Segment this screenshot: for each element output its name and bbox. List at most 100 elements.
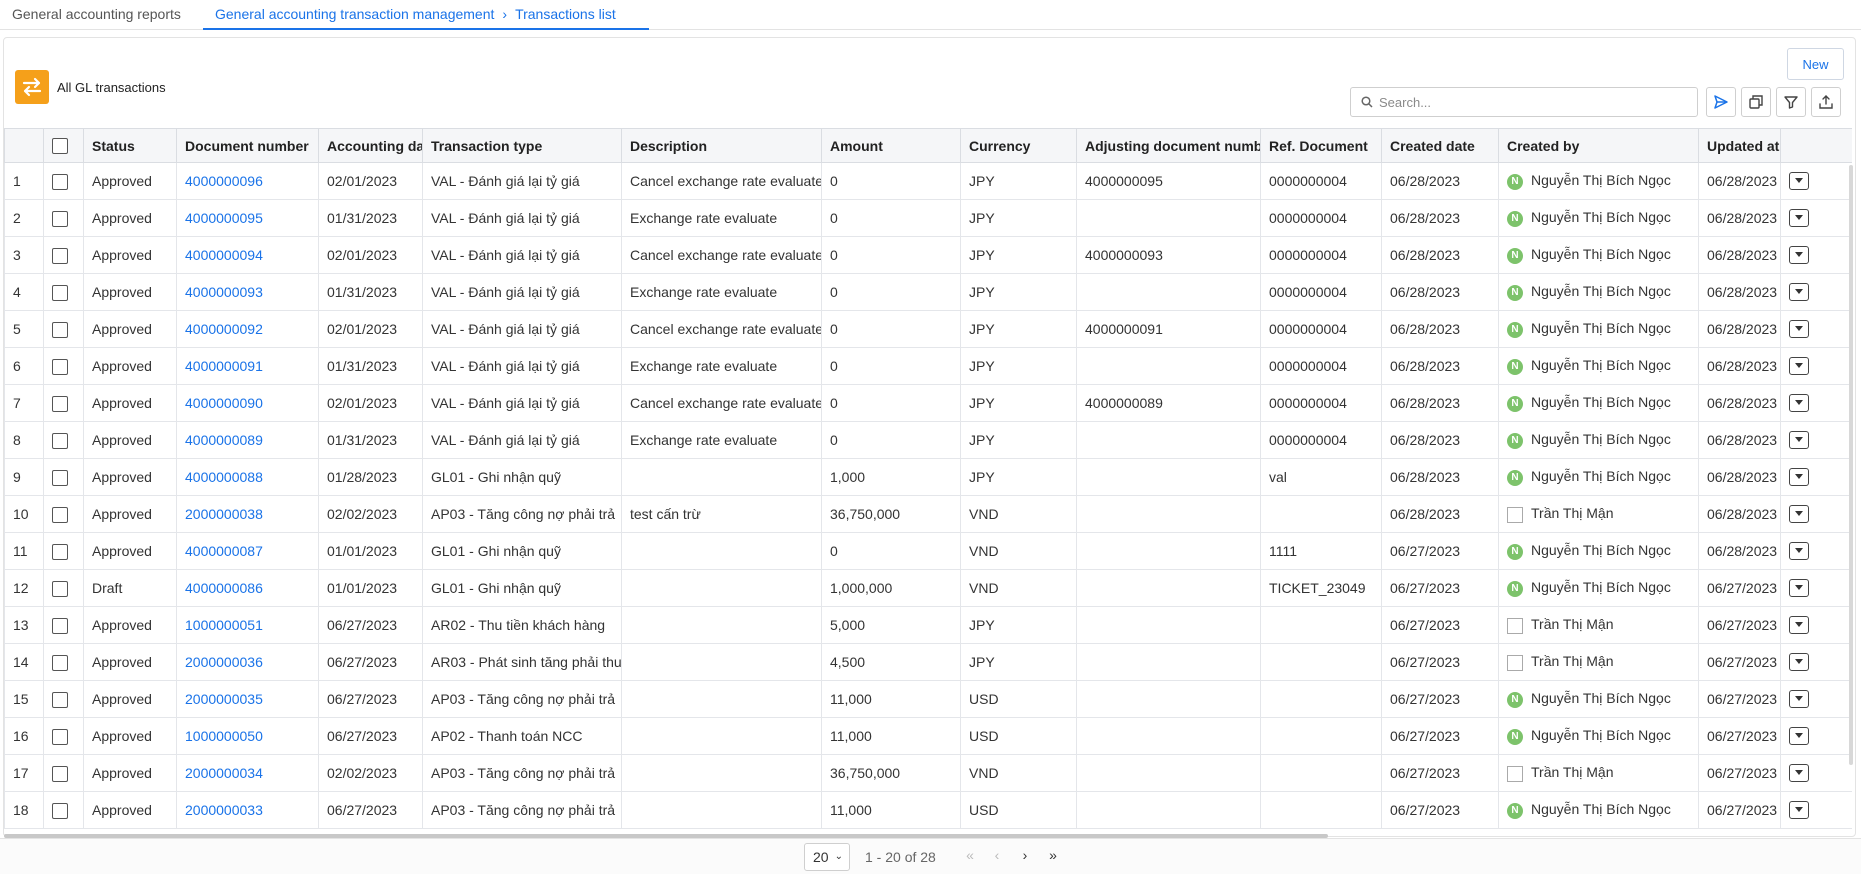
row-checkbox-cell[interactable] — [43, 532, 84, 570]
col-header-created-by[interactable]: Created by — [1498, 128, 1699, 163]
row-menu-dropdown-icon[interactable] — [1789, 801, 1809, 820]
prev-page-icon[interactable]: ‹ — [987, 847, 1007, 863]
vertical-scrollbar[interactable] — [1849, 165, 1853, 765]
duplicate-button[interactable] — [1741, 87, 1771, 117]
col-header-amount[interactable]: Amount — [821, 128, 961, 163]
row-checkbox[interactable] — [52, 469, 68, 486]
row-menu-dropdown-icon[interactable] — [1789, 542, 1809, 561]
table-row[interactable]: 13 Approved 1000000051 06/27/2023 AR02 - Thu… — [4, 606, 1852, 644]
row-checkbox-cell[interactable] — [43, 199, 84, 237]
row-menu-dropdown-icon[interactable] — [1789, 209, 1809, 228]
document-number-link[interactable]: 2000000033 — [185, 802, 263, 818]
table-row[interactable]: 10 Approved 2000000038 02/02/2023 AP03 - Tăn… — [4, 495, 1852, 533]
table-row[interactable]: 17 Approved 2000000034 02/02/2023 AP03 - Tăn… — [4, 754, 1852, 792]
row-menu-dropdown-icon[interactable] — [1789, 357, 1809, 376]
row-menu-dropdown-icon[interactable] — [1789, 246, 1809, 265]
document-number-link[interactable]: 2000000038 — [185, 506, 263, 522]
row-checkbox-cell[interactable] — [43, 717, 84, 755]
row-checkbox-cell[interactable] — [43, 421, 84, 459]
first-page-icon[interactable]: « — [960, 847, 980, 863]
row-checkbox[interactable] — [52, 358, 68, 375]
col-header-created-date[interactable]: Created date — [1381, 128, 1499, 163]
search-input[interactable] — [1379, 94, 1679, 110]
row-checkbox[interactable] — [52, 617, 68, 634]
document-number-link[interactable]: 2000000036 — [185, 654, 263, 670]
row-menu-dropdown-icon[interactable] — [1789, 616, 1809, 635]
document-number-link[interactable]: 4000000094 — [185, 247, 263, 263]
row-checkbox-cell[interactable] — [43, 569, 84, 607]
row-checkbox-cell[interactable] — [43, 791, 84, 829]
table-row[interactable]: 16 Approved 1000000050 06/27/2023 AP02 - Tha… — [4, 717, 1852, 755]
document-number-link[interactable]: 4000000096 — [185, 173, 263, 189]
row-checkbox[interactable] — [52, 173, 68, 190]
page-size-select[interactable]: 20 ⌄ — [804, 843, 850, 871]
export-button[interactable] — [1811, 87, 1841, 117]
new-button[interactable]: New — [1787, 48, 1844, 80]
next-page-icon[interactable]: › — [1015, 847, 1035, 863]
col-header-ref-document[interactable]: Ref. Document — [1260, 128, 1382, 163]
row-menu-dropdown-icon[interactable] — [1789, 690, 1809, 709]
table-row[interactable]: 6 Approved 4000000091 01/31/2023 VAL - Đánh … — [4, 347, 1852, 385]
row-checkbox[interactable] — [52, 802, 68, 819]
row-menu-dropdown-icon[interactable] — [1789, 283, 1809, 302]
row-checkbox-cell[interactable] — [43, 310, 84, 348]
row-checkbox-cell[interactable] — [43, 273, 84, 311]
document-number-link[interactable]: 4000000087 — [185, 543, 263, 559]
document-number-link[interactable]: 4000000092 — [185, 321, 263, 337]
table-row[interactable]: 5 Approved 4000000092 02/01/2023 VAL - Đánh … — [4, 310, 1852, 348]
row-checkbox[interactable] — [52, 395, 68, 412]
col-header-currency[interactable]: Currency — [960, 128, 1077, 163]
table-row[interactable]: 12 Draft 4000000086 01/01/2023 GL01 - Ghi nh… — [4, 569, 1852, 607]
row-menu-dropdown-icon[interactable] — [1789, 764, 1809, 783]
document-number-link[interactable]: 4000000093 — [185, 284, 263, 300]
row-menu-dropdown-icon[interactable] — [1789, 727, 1809, 746]
table-row[interactable]: 9 Approved 4000000088 01/28/2023 GL01 - Ghi … — [4, 458, 1852, 496]
send-button[interactable] — [1706, 87, 1736, 117]
table-row[interactable]: 11 Approved 4000000087 01/01/2023 GL01 - Ghi… — [4, 532, 1852, 570]
document-number-link[interactable]: 1000000051 — [185, 617, 263, 633]
row-checkbox[interactable] — [52, 247, 68, 264]
row-menu-dropdown-icon[interactable] — [1789, 505, 1809, 524]
document-number-link[interactable]: 2000000034 — [185, 765, 263, 781]
row-checkbox[interactable] — [52, 506, 68, 523]
row-checkbox-cell[interactable] — [43, 384, 84, 422]
row-menu-dropdown-icon[interactable] — [1789, 468, 1809, 487]
document-number-link[interactable]: 2000000035 — [185, 691, 263, 707]
col-header-accounting-date[interactable]: Accounting date — [318, 128, 423, 163]
document-number-link[interactable]: 1000000050 — [185, 728, 263, 744]
col-header-description[interactable]: Description — [621, 128, 822, 163]
row-checkbox[interactable] — [52, 543, 68, 560]
document-number-link[interactable]: 4000000089 — [185, 432, 263, 448]
row-menu-dropdown-icon[interactable] — [1789, 431, 1809, 450]
table-row[interactable]: 1 Approved 4000000096 02/01/2023 VAL - Đánh … — [4, 162, 1852, 200]
col-header-updated-at[interactable]: Updated at — [1698, 128, 1781, 163]
row-menu-dropdown-icon[interactable] — [1789, 394, 1809, 413]
table-row[interactable]: 2 Approved 4000000095 01/31/2023 VAL - Đánh … — [4, 199, 1852, 237]
select-all-checkbox-cell[interactable] — [43, 128, 84, 163]
search-box[interactable] — [1350, 87, 1698, 117]
tab-general-accounting-reports[interactable]: General accounting reports — [0, 0, 202, 30]
row-menu-dropdown-icon[interactable] — [1789, 579, 1809, 598]
row-checkbox-cell[interactable] — [43, 754, 84, 792]
row-checkbox[interactable] — [52, 432, 68, 449]
row-checkbox-cell[interactable] — [43, 347, 84, 385]
row-checkbox-cell[interactable] — [43, 495, 84, 533]
row-checkbox[interactable] — [52, 765, 68, 782]
table-row[interactable]: 14 Approved 2000000036 06/27/2023 AR03 - Phá… — [4, 643, 1852, 681]
filter-button[interactable] — [1776, 87, 1806, 117]
table-row[interactable]: 7 Approved 4000000090 02/01/2023 VAL - Đánh … — [4, 384, 1852, 422]
row-checkbox[interactable] — [52, 691, 68, 708]
row-checkbox[interactable] — [52, 580, 68, 597]
row-checkbox[interactable] — [52, 210, 68, 227]
document-number-link[interactable]: 4000000091 — [185, 358, 263, 374]
row-checkbox-cell[interactable] — [43, 236, 84, 274]
table-row[interactable]: 8 Approved 4000000089 01/31/2023 VAL - Đánh … — [4, 421, 1852, 459]
document-number-link[interactable]: 4000000088 — [185, 469, 263, 485]
document-number-link[interactable]: 4000000090 — [185, 395, 263, 411]
row-menu-dropdown-icon[interactable] — [1789, 172, 1809, 191]
document-number-link[interactable]: 4000000095 — [185, 210, 263, 226]
row-checkbox-cell[interactable] — [43, 606, 84, 644]
select-all-checkbox[interactable] — [52, 138, 68, 155]
row-checkbox-cell[interactable] — [43, 680, 84, 718]
row-checkbox[interactable] — [52, 654, 68, 671]
